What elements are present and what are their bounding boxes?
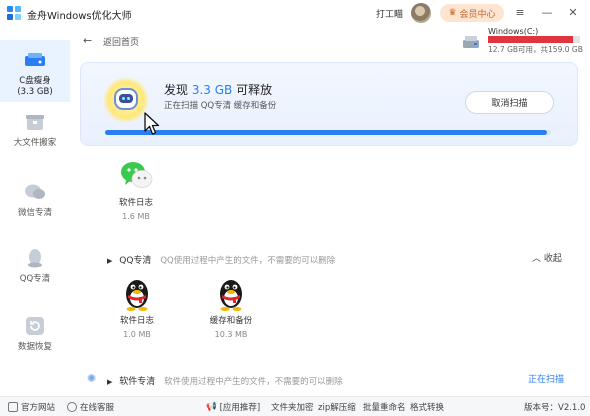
back-home-link[interactable]: 返回首页 (103, 35, 139, 48)
sidebar: C盘瘦身 (3.3 GB) 大文件搬家 微信专清 QQ专清 数据恢复 (0, 26, 70, 396)
expand-triangle-icon: ▶ (107, 378, 113, 386)
scan-progress-bar (105, 130, 551, 135)
sidebar-item-label: 数据恢复 (17, 342, 52, 352)
wechat-log-item[interactable]: 软件日志 1.6 MB (106, 158, 166, 221)
section-title: 软件专清 (119, 377, 156, 387)
scanning-status: 正在扫描 (528, 375, 565, 385)
official-site-link[interactable]: 官方网站 (8, 401, 55, 413)
file-item-name: 软件日志 (119, 316, 154, 326)
loading-spinner-icon: ✺ (87, 372, 97, 385)
back-arrow-icon[interactable]: ← (83, 34, 92, 47)
drive-name: Windows(C:) (488, 27, 539, 36)
sidebar-item-label: 微信专清 (17, 208, 52, 218)
main-panel: ← 返回首页 Windows(C:) 12.7 GB可用，共159.0 GB 发… (70, 26, 590, 396)
mouse-cursor-icon (144, 112, 160, 135)
close-icon[interactable]: ✕ (566, 6, 580, 20)
vip-center-button[interactable]: ♛ 会员中心 (440, 4, 504, 22)
app-title: 金舟Windows优化大师 (27, 11, 132, 22)
app-logo-icon (7, 6, 21, 20)
qq-penguin-icon (120, 276, 154, 311)
minimize-icon[interactable]: — (540, 6, 554, 20)
menu-icon[interactable]: ≡ (513, 6, 527, 20)
section-desc: QQ使用过程中产生的文件，不需要的可以删除 (160, 256, 336, 266)
username[interactable]: 打工瞄 (376, 7, 403, 20)
cancel-scan-button[interactable]: 取消扫描 (465, 91, 554, 114)
expand-triangle-icon: ▶ (107, 257, 113, 265)
headset-icon (67, 402, 77, 412)
wechat-icon (119, 158, 153, 192)
avatar[interactable] (411, 3, 431, 23)
version-label: 版本号：V2.1.0 (524, 403, 586, 413)
recover-icon (23, 315, 47, 337)
box-icon (23, 111, 47, 133)
sidebar-item-label: QQ专清 (19, 274, 51, 284)
section-desc: 软件使用过程中产生的文件，不需要的可以删除 (164, 377, 343, 387)
collapse-button[interactable]: ︿ 收起 (532, 251, 562, 264)
megaphone-icon: 📢 (206, 402, 217, 412)
file-item-size: 1.6 MB (122, 212, 150, 221)
file-item-name: 缓存和备份 (209, 316, 253, 326)
found-size: 3.3 GB (191, 83, 233, 97)
wechat-icon (23, 181, 47, 203)
drive-free-text: 12.7 GB可用，共159.0 GB (488, 45, 583, 54)
section-title: QQ专清 (119, 256, 152, 266)
qq-section-header[interactable]: ▶ QQ专清 QQ使用过程中产生的文件，不需要的可以删除 (107, 253, 335, 266)
chevron-up-icon: ︿ (532, 254, 542, 264)
sidebar-item-c-drive-slim[interactable]: C盘瘦身 (3.3 GB) (0, 40, 70, 102)
home-icon (8, 402, 18, 412)
batch-rename-link[interactable]: 批量重命名 (363, 401, 406, 413)
sidebar-item-qq-clean[interactable]: QQ专清 (0, 238, 70, 300)
sidebar-item-label: 大文件搬家 (13, 138, 57, 148)
online-service-link[interactable]: 在线客服 (67, 401, 114, 413)
file-item-name: 软件日志 (118, 198, 153, 208)
folder-encrypt-link[interactable]: 文件夹加密 (271, 401, 314, 413)
sidebar-item-large-file-move[interactable]: 大文件搬家 (0, 102, 70, 164)
qq-cache-item[interactable]: 缓存和备份 10.3 MB (201, 276, 261, 339)
qq-icon (23, 247, 47, 269)
qq-penguin-icon (214, 276, 248, 311)
zip-extract-link[interactable]: zip解压缩 (318, 401, 356, 413)
file-item-size: 1.0 MB (123, 330, 151, 339)
drive-usage-bar (488, 36, 580, 43)
crown-icon: ♛ (448, 8, 457, 18)
drive-usage-fill (488, 36, 573, 43)
scan-progress-fill (105, 130, 547, 135)
qq-log-item[interactable]: 软件日志 1.0 MB (107, 276, 167, 339)
vip-center-label: 会员中心 (459, 9, 496, 20)
file-item-size: 10.3 MB (214, 330, 248, 339)
drive-icon (462, 35, 480, 49)
scan-title: 发现 3.3 GB 可释放 (164, 83, 273, 97)
footer: 官方网站 在线客服 📢 [应用推荐] 文件夹加密 zip解压缩 批量重命名 格式… (0, 396, 590, 416)
sidebar-item-label: C盘瘦身 (3.3 GB) (17, 76, 53, 97)
disk-icon (23, 49, 47, 71)
format-convert-link[interactable]: 格式转换 (410, 401, 444, 413)
sidebar-item-data-recovery[interactable]: 数据恢复 (0, 306, 70, 368)
app-recommend-label: 📢 [应用推荐] (206, 402, 261, 413)
scan-status: 正在扫描 QQ专清 缓存和备份 (164, 101, 277, 111)
sidebar-item-wechat-clean[interactable]: 微信专清 (0, 172, 70, 234)
title-bar: 金舟Windows优化大师 打工瞄 ♛ 会员中心 ≡ — ✕ (0, 0, 590, 26)
software-section-header[interactable]: ▶ 软件专清 软件使用过程中产生的文件，不需要的可以删除 (107, 374, 343, 387)
